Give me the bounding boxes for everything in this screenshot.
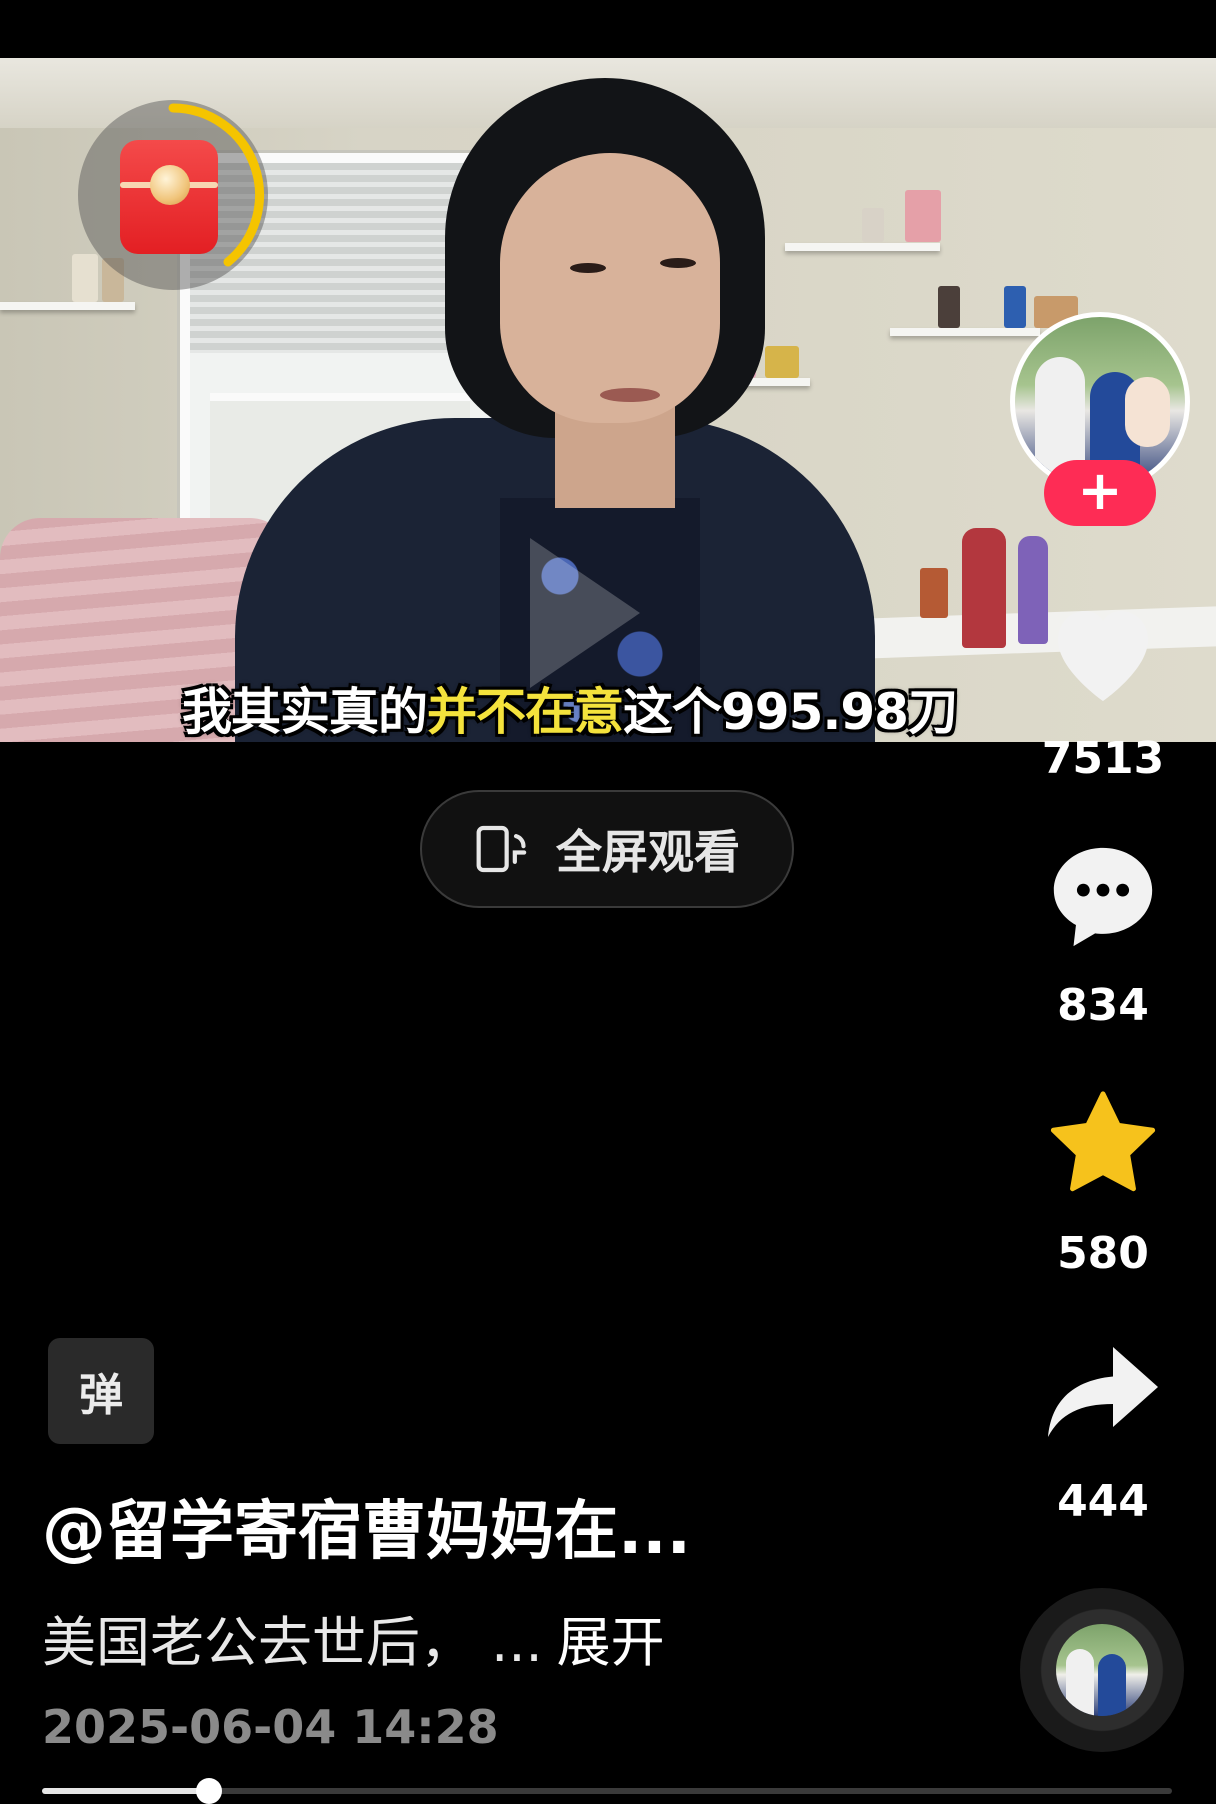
subtitle-part: 这个995.98刀: [623, 683, 958, 741]
video-subtitle: 我其实真的并不在意这个995.98刀: [182, 672, 958, 742]
favorite-button[interactable]: [1030, 1085, 1176, 1207]
red-envelope-coin: [150, 165, 190, 205]
like-button[interactable]: [1030, 596, 1176, 710]
heart-icon: [1058, 611, 1148, 701]
author-name[interactable]: @留学寄宿曹妈妈在...: [42, 1480, 691, 1572]
video-product: [905, 190, 941, 242]
comment-bubble-icon: [1053, 847, 1153, 947]
share-arrow-icon: [1048, 1347, 1158, 1437]
music-cover: [1056, 1624, 1148, 1716]
danmaku-toggle[interactable]: 弹: [48, 1338, 154, 1444]
music-cover-figure: [1066, 1649, 1094, 1716]
video-product: [920, 568, 948, 618]
expand-button[interactable]: 展开: [557, 1611, 665, 1674]
share-count: 444: [1057, 1476, 1149, 1527]
description-text: 美国老公去世后， ...: [42, 1611, 543, 1674]
plus-icon: +: [1077, 459, 1123, 522]
like-count: 7513: [1041, 733, 1165, 784]
video-product: [765, 346, 799, 378]
comment-count: 834: [1057, 980, 1149, 1031]
music-cover-figure: [1098, 1654, 1126, 1716]
subtitle-part: 我其实真的: [182, 683, 428, 741]
video-person-eye: [570, 263, 606, 273]
play-icon: [530, 538, 640, 688]
share-button[interactable]: [1030, 1340, 1176, 1448]
video-person-face: [500, 153, 720, 423]
follow-button[interactable]: +: [1044, 460, 1156, 526]
post-date: 2025-06-04 14:28: [42, 1700, 499, 1754]
video-description: 美国老公去世后， ... 展开: [42, 1598, 665, 1677]
video-person-mouth: [600, 388, 660, 402]
star-icon: [1050, 1091, 1156, 1192]
rotate-screen-icon: [476, 825, 527, 873]
video-shelf: [0, 302, 135, 310]
video-product: [962, 528, 1006, 648]
music-disc-icon[interactable]: [1020, 1588, 1184, 1752]
playback-progress-fill: [42, 1788, 210, 1794]
video-product: [862, 208, 884, 242]
avatar-figure: [1125, 377, 1170, 447]
favorite-count: 580: [1057, 1228, 1149, 1279]
fullscreen-button[interactable]: 全屏观看: [420, 790, 794, 908]
video-product: [938, 286, 960, 328]
comment-button[interactable]: [1030, 838, 1176, 960]
video-person-eye: [660, 258, 696, 268]
fullscreen-label: 全屏观看: [556, 825, 740, 879]
playback-progress-bar[interactable]: [42, 1778, 1172, 1804]
video-shelf: [785, 243, 940, 251]
danmaku-toggle-label: 弹: [79, 1370, 123, 1421]
playback-scrub-handle[interactable]: [196, 1778, 223, 1804]
red-packet-widget[interactable]: [78, 100, 268, 290]
subtitle-highlight: 并不在意: [427, 683, 624, 741]
